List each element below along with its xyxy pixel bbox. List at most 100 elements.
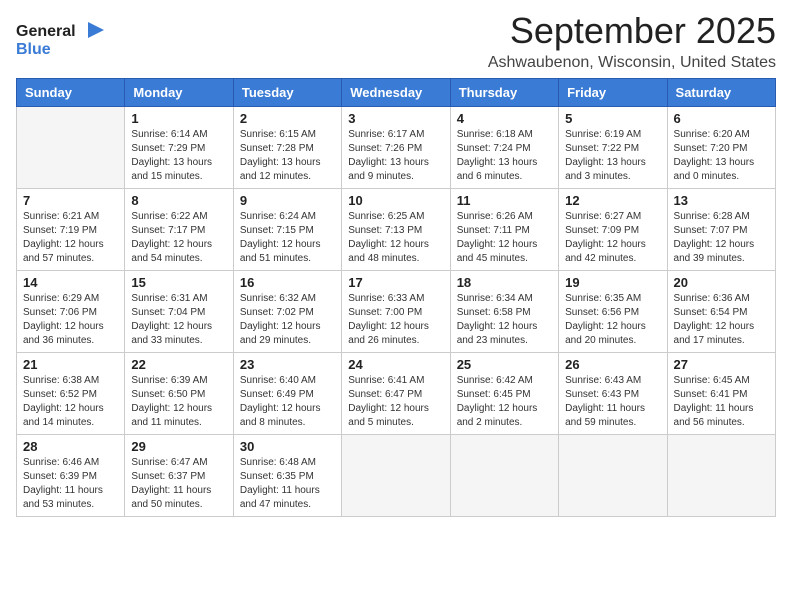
daylight-label: Daylight: 12 hours and 42 minutes.: [565, 239, 646, 264]
sunset-label: Sunset: 7:20 PM: [674, 143, 748, 154]
day-number: 20: [674, 275, 769, 290]
calendar-cell: 22 Sunrise: 6:39 AMSunset: 6:50 PMDayligh…: [125, 353, 233, 435]
day-info: Sunrise: 6:20 AM Sunset: 7:20 PM Daylight:…: [674, 128, 769, 184]
calendar-table: Sunday Monday Tuesday Wednesday Thursday…: [16, 78, 776, 517]
calendar-cell: 12Sunrise: 6:27 AMSunset: 7:09 PMDayligh…: [559, 189, 667, 271]
daylight-label: Daylight: 12 hours and 48 minutes.: [348, 239, 429, 264]
day-info: Sunrise: 6:41 AMSunset: 6:47 PMDaylight:…: [348, 374, 443, 430]
calendar-cell: 10Sunrise: 6:25 AMSunset: 7:13 PMDayligh…: [342, 189, 450, 271]
col-sunday: Sunday: [17, 79, 125, 107]
daylight-label: Daylight: 12 hours and 29 minutes.: [240, 321, 321, 346]
sunset-label: Sunset: 7:29 PM: [131, 143, 205, 154]
daylight-label: Daylight: 11 hours and 59 minutes.: [565, 403, 645, 428]
sunset-label: Sunset: 6:37 PM: [131, 471, 205, 482]
calendar-body: 1 Sunrise: 6:14 AM Sunset: 7:29 PM Daylight…: [17, 107, 776, 517]
day-number: 30: [240, 439, 335, 454]
sunrise-label: Sunrise: 6:35 AM: [565, 293, 641, 304]
daylight-label: Daylight: 11 hours and 53 minutes.: [23, 485, 103, 510]
title-block: September 2025 Ashwaubenon, Wisconsin, U…: [488, 10, 776, 72]
sunset-label: Sunset: 6:41 PM: [674, 389, 748, 400]
day-number: 15: [131, 275, 226, 290]
calendar-week-row: 28 Sunrise: 6:46 AMSunset: 6:39 PMDayligh…: [17, 435, 776, 517]
sunrise-label: Sunrise: 6:20 AM: [674, 129, 750, 140]
calendar-cell: 15 Sunrise: 6:31 AMSunset: 7:04 PMDayligh…: [125, 271, 233, 353]
calendar-cell: 11Sunrise: 6:26 AMSunset: 7:11 PMDayligh…: [450, 189, 558, 271]
calendar-cell: 17Sunrise: 6:33 AMSunset: 7:00 PMDayligh…: [342, 271, 450, 353]
day-number: 9: [240, 193, 335, 208]
day-info: Sunrise: 6:29 AMSunset: 7:06 PMDaylight:…: [23, 292, 118, 348]
day-number: 23: [240, 357, 335, 372]
daylight-label: Daylight: 13 hours and 3 minutes.: [565, 157, 646, 182]
sunrise-label: Sunrise: 6:42 AM: [457, 375, 533, 386]
day-info: Sunrise: 6:18 AM Sunset: 7:24 PM Daylight:…: [457, 128, 552, 184]
daylight-label: Daylight: 12 hours and 33 minutes.: [131, 321, 212, 346]
daylight-label: Daylight: 12 hours and 54 minutes.: [131, 239, 212, 264]
day-number: 28: [23, 439, 118, 454]
daylight-label: Daylight: 12 hours and 51 minutes.: [240, 239, 321, 264]
daylight-label: Daylight: 11 hours and 56 minutes.: [674, 403, 754, 428]
calendar-cell: 24Sunrise: 6:41 AMSunset: 6:47 PMDayligh…: [342, 353, 450, 435]
day-number: 4: [457, 111, 552, 126]
sunrise-label: Sunrise: 6:18 AM: [457, 129, 533, 140]
sunset-label: Sunset: 7:22 PM: [565, 143, 639, 154]
day-info: Sunrise: 6:32 AMSunset: 7:02 PMDaylight:…: [240, 292, 335, 348]
calendar-cell: [342, 435, 450, 517]
sunrise-label: Sunrise: 6:21 AM: [23, 211, 99, 222]
day-number: 22: [131, 357, 226, 372]
daylight-label: Daylight: 12 hours and 5 minutes.: [348, 403, 429, 428]
daylight-label: Daylight: 13 hours and 6 minutes.: [457, 157, 538, 182]
day-info: Sunrise: 6:46 AMSunset: 6:39 PMDaylight:…: [23, 456, 118, 512]
day-number: 29: [131, 439, 226, 454]
sunset-label: Sunset: 7:04 PM: [131, 307, 205, 318]
day-number: 25: [457, 357, 552, 372]
day-info: Sunrise: 6:25 AMSunset: 7:13 PMDaylight:…: [348, 210, 443, 266]
daylight-label: Daylight: 13 hours and 0 minutes.: [674, 157, 755, 182]
day-info: Sunrise: 6:47 AMSunset: 6:37 PMDaylight:…: [131, 456, 226, 512]
daylight-label: Daylight: 12 hours and 20 minutes.: [565, 321, 646, 346]
page: General Blue September 2025 Ashwaubenon,…: [0, 0, 792, 612]
sunset-label: Sunset: 7:17 PM: [131, 225, 205, 236]
sunrise-label: Sunrise: 6:46 AM: [23, 457, 99, 468]
calendar-cell: 4 Sunrise: 6:18 AM Sunset: 7:24 PM Daylight…: [450, 107, 558, 189]
calendar-cell: 27 Sunrise: 6:45 AM Sunset: 6:41 PM Dayligh…: [667, 353, 775, 435]
sunrise-label: Sunrise: 6:45 AM: [674, 375, 750, 386]
day-info: Sunrise: 6:26 AMSunset: 7:11 PMDaylight:…: [457, 210, 552, 266]
sunrise-label: Sunrise: 6:48 AM: [240, 457, 316, 468]
svg-text:General: General: [16, 23, 76, 40]
day-number: 1: [131, 111, 226, 126]
day-info: Sunrise: 6:31 AMSunset: 7:04 PMDaylight:…: [131, 292, 226, 348]
daylight-label: Daylight: 12 hours and 39 minutes.: [674, 239, 755, 264]
month-title: September 2025: [488, 10, 776, 52]
day-number: 27: [674, 357, 769, 372]
col-saturday: Saturday: [667, 79, 775, 107]
day-number: 16: [240, 275, 335, 290]
day-number: 26: [565, 357, 660, 372]
sunset-label: Sunset: 6:54 PM: [674, 307, 748, 318]
sunset-label: Sunset: 6:47 PM: [348, 389, 422, 400]
sunset-label: Sunset: 7:00 PM: [348, 307, 422, 318]
day-info: Sunrise: 6:28 AMSunset: 7:07 PMDaylight:…: [674, 210, 769, 266]
calendar-cell: [450, 435, 558, 517]
daylight-label: Daylight: 12 hours and 11 minutes.: [131, 403, 212, 428]
sunset-label: Sunset: 7:06 PM: [23, 307, 97, 318]
daylight-label: Daylight: 12 hours and 23 minutes.: [457, 321, 538, 346]
calendar-cell: 26Sunrise: 6:43 AMSunset: 6:43 PMDayligh…: [559, 353, 667, 435]
sunset-label: Sunset: 7:24 PM: [457, 143, 531, 154]
sunset-label: Sunset: 7:11 PM: [457, 225, 530, 236]
day-number: 6: [674, 111, 769, 126]
day-info: Sunrise: 6:24 AMSunset: 7:15 PMDaylight:…: [240, 210, 335, 266]
day-info: Sunrise: 6:17 AMSunset: 7:26 PMDaylight:…: [348, 128, 443, 184]
day-info: Sunrise: 6:39 AMSunset: 6:50 PMDaylight:…: [131, 374, 226, 430]
day-info: Sunrise: 6:34 AMSunset: 6:58 PMDaylight:…: [457, 292, 552, 348]
calendar-cell: 13Sunrise: 6:28 AMSunset: 7:07 PMDayligh…: [667, 189, 775, 271]
col-thursday: Thursday: [450, 79, 558, 107]
day-number: 3: [348, 111, 443, 126]
sunrise-label: Sunrise: 6:34 AM: [457, 293, 533, 304]
daylight-label: Daylight: 11 hours and 47 minutes.: [240, 485, 320, 510]
calendar-cell: 9 Sunrise: 6:24 AMSunset: 7:15 PMDaylight…: [233, 189, 341, 271]
day-info: Sunrise: 6:40 AMSunset: 6:49 PMDaylight:…: [240, 374, 335, 430]
sunset-label: Sunset: 7:07 PM: [674, 225, 748, 236]
calendar-cell: 1Sunrise: 6:14 AMSunset: 7:29 PMDaylight…: [125, 107, 233, 189]
sunrise-label: Sunrise: 6:14 AM: [131, 129, 207, 140]
sunrise-label: Sunrise: 6:36 AM: [674, 293, 750, 304]
